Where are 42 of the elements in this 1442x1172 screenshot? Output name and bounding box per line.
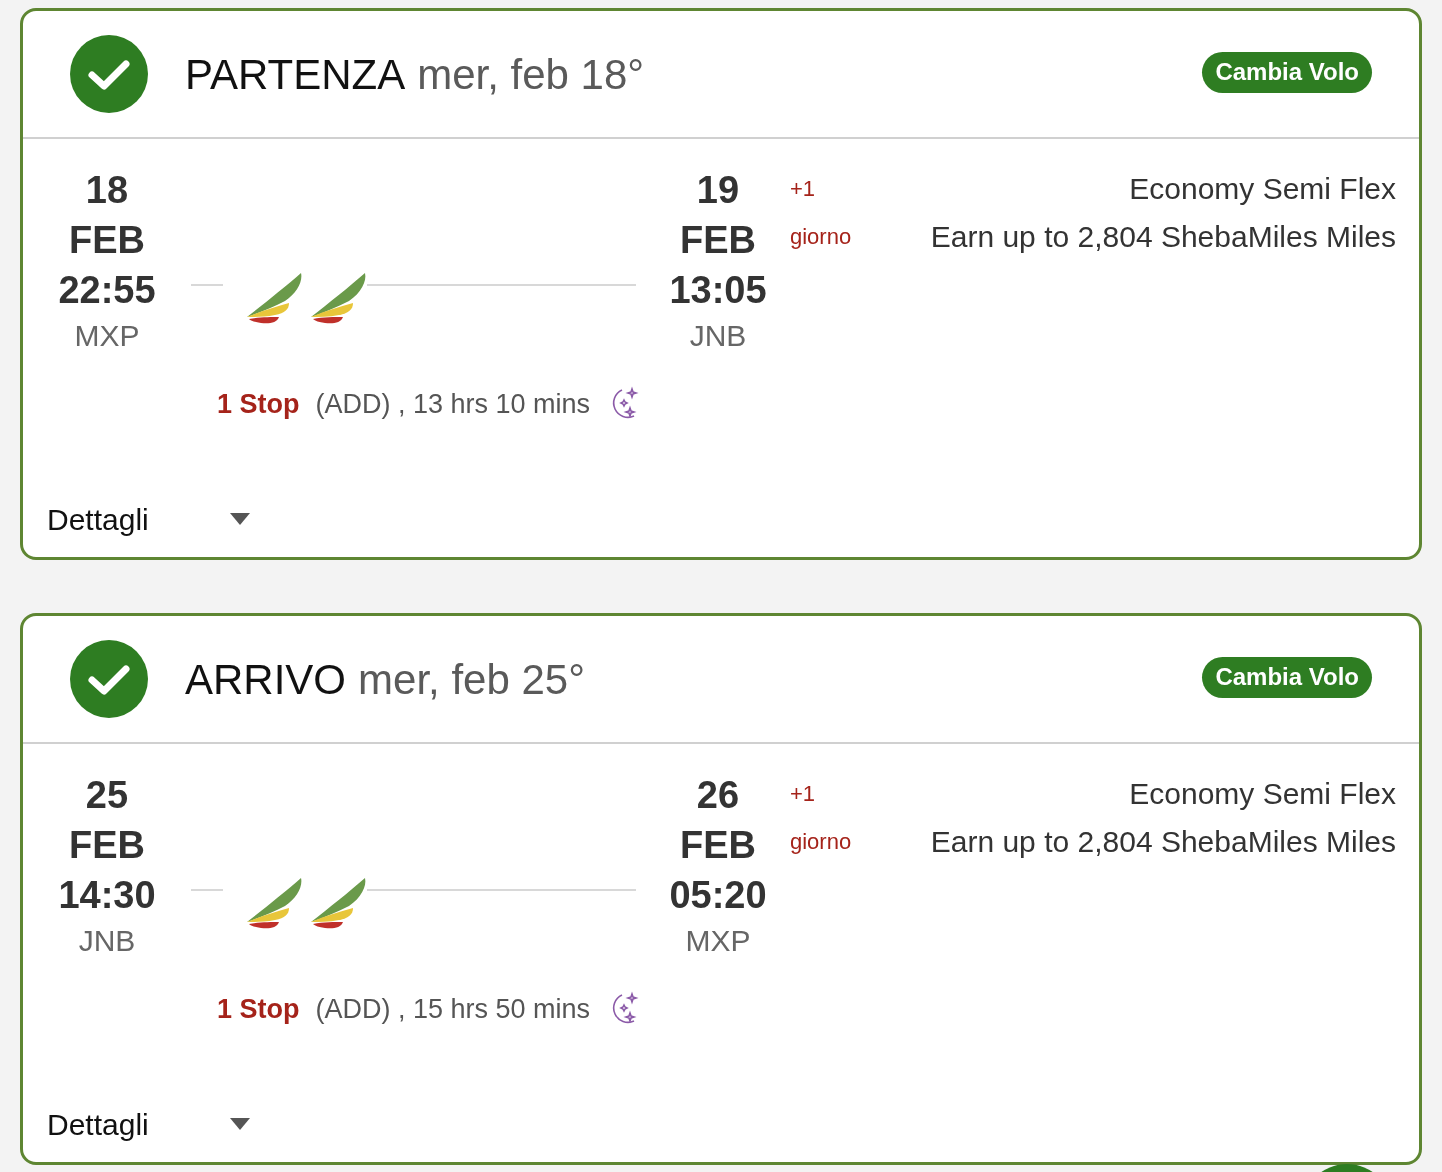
stop-details: (ADD) , 13 hrs 10 mins bbox=[315, 388, 591, 421]
check-circle-icon bbox=[70, 640, 148, 718]
change-flight-button[interactable]: Cambia Volo bbox=[1202, 51, 1372, 93]
date-day: 18 bbox=[85, 165, 129, 215]
day-offset: +1 bbox=[790, 780, 817, 808]
stop-count: 1 Stop bbox=[217, 388, 300, 421]
stop-details: (ADD) , 15 hrs 50 mins bbox=[315, 993, 591, 1026]
tail-fin-icon bbox=[245, 271, 303, 325]
fare-class: Economy Semi Flex bbox=[1129, 776, 1396, 812]
airport-code: MXP bbox=[74, 318, 140, 354]
date-month: FEB bbox=[680, 218, 756, 263]
date-day: 26 bbox=[696, 770, 740, 820]
day-offset-unit: giorno bbox=[790, 828, 852, 856]
stop-count: 1 Stop bbox=[217, 993, 300, 1026]
flight-time: 22:55 bbox=[58, 268, 156, 313]
check-circle-icon bbox=[70, 35, 148, 113]
flight-time: 05:20 bbox=[669, 873, 767, 918]
direction-label: ARRIVO bbox=[185, 654, 347, 705]
airport-code: JNB bbox=[78, 923, 136, 959]
details-toggle[interactable]: Dettagli bbox=[47, 1101, 149, 1147]
airport-code: MXP bbox=[685, 923, 751, 959]
date-day: 19 bbox=[696, 165, 740, 215]
details-toggle[interactable]: Dettagli bbox=[47, 496, 149, 542]
date-month: FEB bbox=[680, 823, 756, 868]
tail-fin-icon bbox=[309, 876, 367, 930]
airport-code: JNB bbox=[689, 318, 747, 354]
date-month: FEB bbox=[69, 218, 145, 263]
tail-fin-icon bbox=[309, 271, 367, 325]
miles-info: Earn up to 2,804 ShebaMiles Miles bbox=[930, 824, 1396, 860]
change-flight-button[interactable]: Cambia Volo bbox=[1202, 656, 1372, 698]
direction-label: PARTENZA bbox=[185, 49, 406, 100]
flight-time: 13:05 bbox=[669, 268, 767, 313]
flight-time: 14:30 bbox=[58, 873, 156, 918]
date-label: mer, feb 25° bbox=[358, 654, 585, 705]
day-offset: +1 bbox=[790, 175, 817, 203]
day-offset-unit: giorno bbox=[790, 223, 852, 251]
date-day: 25 bbox=[85, 770, 129, 820]
tail-fin-icon bbox=[245, 876, 303, 930]
fare-class: Economy Semi Flex bbox=[1129, 171, 1396, 207]
date-month: FEB bbox=[69, 823, 145, 868]
date-label: mer, feb 18° bbox=[417, 49, 645, 100]
miles-info: Earn up to 2,804 ShebaMiles Miles bbox=[930, 219, 1396, 255]
